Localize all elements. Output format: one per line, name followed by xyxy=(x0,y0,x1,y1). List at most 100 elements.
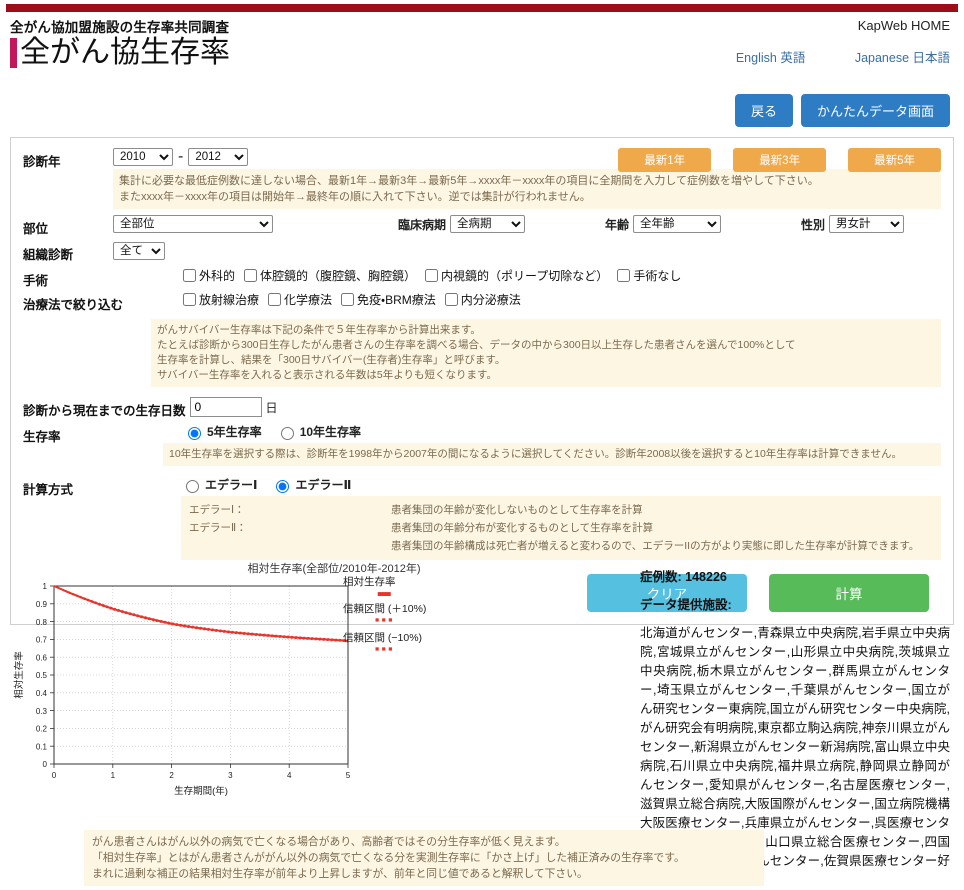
kapweb-home-link[interactable]: KapWeb HOME xyxy=(690,18,950,33)
svg-text:0: 0 xyxy=(43,760,48,769)
surgery-checkbox-2[interactable] xyxy=(425,269,439,282)
therapy-option-label-1: 化学療法 xyxy=(284,293,333,307)
therapy-checkbox-3[interactable] xyxy=(444,293,458,306)
therapy-checkbox-1[interactable] xyxy=(268,293,282,306)
easy-data-screen-button[interactable]: かんたんデータ画面 xyxy=(800,94,950,127)
ederer-2-option[interactable]: エデラーⅡ xyxy=(271,476,351,493)
therapy-option-label-2: 免疫・BRM療法 xyxy=(357,293,436,307)
ederer-1-key: エデラーⅠ： xyxy=(189,504,245,516)
svg-text:0.2: 0.2 xyxy=(36,725,48,734)
age-select[interactable]: 全年齢 xyxy=(633,215,722,233)
therapy-option-0[interactable]: 放射線治療 xyxy=(183,291,259,308)
legend-item-1: 信頼区間 (＋10%) ▪▪▪ xyxy=(343,601,426,627)
stage-select[interactable]: 全病期 xyxy=(450,215,526,233)
diagnosis-year-row: 診断年 2010 - 2012 最新1年 最新3年 最新5年 集計に必要な最低症… xyxy=(23,148,941,209)
footnote-line-3: まれに過剰な補正の結果相対生存率が前年より上昇しますが、前年と同じ値であると解釈… xyxy=(92,868,588,880)
therapy-checkbox-0[interactable] xyxy=(183,293,196,306)
chart-legend: 相対生存率 ▬ 信頼区間 (＋10%) ▪▪▪ 信頼区間 (−10%) ▪▪▪ xyxy=(343,574,426,659)
surgery-checkbox-3[interactable] xyxy=(617,269,631,282)
survival-5y-option[interactable]: 5年生存率 xyxy=(183,423,262,440)
therapy-option-3[interactable]: 内分泌療法 xyxy=(444,291,521,308)
ederer-1-option[interactable]: エデラーⅠ xyxy=(181,476,257,493)
svg-text:0.6: 0.6 xyxy=(36,653,48,662)
title-accent-mark xyxy=(10,38,17,68)
therapy-option-label-0: 放射線治療 xyxy=(199,293,260,307)
ten-year-note: 10年生存率を選択する際は、診断年を1998年から2007年の間になるように選択… xyxy=(163,443,941,466)
page-title-text: 全がん協生存率 xyxy=(20,36,230,69)
svg-text:0.3: 0.3 xyxy=(36,707,48,716)
surgery-checkbox-0[interactable] xyxy=(183,269,196,282)
diagnosis-year-note-line2: またxxxx年－xxxx年の項目は開始年→最終年の順に入れて下さい。逆では集計が… xyxy=(119,191,591,203)
survival-type-label: 生存率 xyxy=(23,430,61,444)
survival-days-input[interactable] xyxy=(189,397,262,417)
survival-days-unit: 日 xyxy=(265,400,278,415)
ederer-2-radio[interactable] xyxy=(276,479,290,493)
top-action-buttons: 戻る かんたんデータ画面 xyxy=(734,94,950,127)
svg-text:0.1: 0.1 xyxy=(36,742,48,751)
surgery-option-label-0: 外科的 xyxy=(199,269,236,283)
stage-label: 臨床病期 xyxy=(398,217,447,232)
svg-text:0: 0 xyxy=(52,771,57,780)
surgery-checkbox-group: 外科的 体腔鏡的（腹腔鏡、胸腔鏡） 内視鏡的（ポリープ切除など） 手術なし xyxy=(113,267,941,284)
sex-select[interactable]: 男女計 xyxy=(829,215,905,233)
legend-key-1: ▪▪▪ xyxy=(374,612,395,627)
diagnosis-year-to-select[interactable]: 2012 xyxy=(188,148,249,166)
survival-5y-radio[interactable] xyxy=(188,426,201,440)
diagnosis-year-from-select[interactable]: 2010 xyxy=(113,148,173,166)
survivor-note-line1: がんサバイバー生存率は下記の条件で５年生存率から計算出来ます。 xyxy=(157,324,481,336)
therapy-checkbox-group: 放射線治療 化学療法 免疫・BRM療法 内分泌療法 xyxy=(133,291,941,308)
lang-japanese-link[interactable]: Japanese 日本語 xyxy=(855,51,950,65)
legend-key-0: ▬ xyxy=(377,584,392,599)
latest-3-year-button[interactable]: 最新3年 xyxy=(733,148,827,172)
table-row: エデラーⅡ： 患者集団の年齢分布が変化するものとして生存率を計算 xyxy=(189,520,919,536)
calc-method-radio-group: エデラーⅠ エデラーⅡ xyxy=(113,476,941,493)
survival-5y-label: 5年生存率 xyxy=(207,425,262,439)
therapy-option-2[interactable]: 免疫・BRM療法 xyxy=(341,291,436,308)
surgery-option-0[interactable]: 外科的 xyxy=(183,267,235,284)
page-header: 全がん協加盟施設の生存率共同調査 全がん協生存率 KapWeb HOME Eng… xyxy=(0,12,964,90)
table-row: 患者集団の年齢構成は死亡者が増えると変わるので、エデラーIIの方がより実態に即し… xyxy=(189,538,919,554)
sex-label: 性別 xyxy=(801,217,826,232)
svg-text:1: 1 xyxy=(43,582,48,591)
survivor-note-line4: サバイバー生存率を入れると表示される年数は5年よりも短くなります。 xyxy=(157,369,497,381)
surgery-label: 手術 xyxy=(23,274,49,288)
survival-type-row: 生存率 5年生存率 10年生存率 10年生存率を選択する際は、診断年を1998年… xyxy=(23,423,941,466)
language-links: English 英語 Japanese 日本語 xyxy=(690,47,950,66)
ederer-1-label: エデラーⅠ xyxy=(205,478,258,492)
diagnosis-year-note: 集計に必要な最低症例数に達しない場合、最新1年→最新3年→最新5年→xxxx年－… xyxy=(113,169,941,209)
latest-1-year-button[interactable]: 最新1年 xyxy=(618,148,712,172)
survival-10y-radio[interactable] xyxy=(280,426,294,440)
svg-text:5: 5 xyxy=(346,771,351,780)
top-accent-bar xyxy=(6,4,958,12)
svg-text:生存期間(年): 生存期間(年) xyxy=(174,785,228,797)
surgery-option-1[interactable]: 体腔鏡的（腹腔鏡、胸腔鏡） xyxy=(244,267,416,284)
survival-10y-option[interactable]: 10年生存率 xyxy=(276,423,361,440)
therapy-checkbox-2[interactable] xyxy=(341,293,355,306)
footnote-line-2: 「相対生存率」とはがん患者さんががん以外の病気で亡くなる分を実測生存率に「かさ上… xyxy=(92,852,685,864)
svg-text:1: 1 xyxy=(111,771,116,780)
case-count: 症例数: 148226 xyxy=(640,570,727,584)
table-row: エデラーⅠ： 患者集団の年齢が変化しないものとして生存率を計算 xyxy=(189,502,919,518)
surgery-checkbox-1[interactable] xyxy=(244,269,258,282)
therapy-option-1[interactable]: 化学療法 xyxy=(268,291,332,308)
surgery-row: 手術 外科的 体腔鏡的（腹腔鏡、胸腔鏡） 内視鏡的（ポリープ切除など） 手術なし xyxy=(23,267,941,289)
latest-5-year-button[interactable]: 最新5年 xyxy=(848,148,941,172)
svg-text:4: 4 xyxy=(287,771,292,780)
chart-title: 相対生存率(全部位/2010年-2012年) xyxy=(247,563,421,575)
lang-english-link[interactable]: English 英語 xyxy=(736,51,805,65)
surgery-option-2[interactable]: 内視鏡的（ポリープ切除など） xyxy=(425,267,608,284)
svg-text:0.9: 0.9 xyxy=(36,600,48,609)
histology-select[interactable]: 全て xyxy=(113,242,165,260)
diagnosis-year-label: 診断年 xyxy=(23,155,61,169)
survival-days-label: 診断から現在までの生存日数 xyxy=(23,404,186,418)
legend-item-0: 相対生存率 ▬ xyxy=(343,574,426,599)
age-label: 年齢 xyxy=(605,217,630,232)
footnote-line-1: がん患者さんはがん以外の病気で亡くなる場合があり、高齢者ではその分生存率が低く見… xyxy=(92,836,566,848)
calc-method-description-table: エデラーⅠ： 患者集団の年齢が変化しないものとして生存率を計算 エデラーⅡ： 患… xyxy=(187,500,921,556)
ederer-1-radio[interactable] xyxy=(186,479,199,493)
survival-10y-label: 10年生存率 xyxy=(299,425,362,439)
quick-year-buttons: 最新1年 最新3年 最新5年 xyxy=(618,148,941,172)
back-button[interactable]: 戻る xyxy=(734,94,793,127)
site-select[interactable]: 全部位 xyxy=(113,215,273,233)
surgery-option-3[interactable]: 手術なし xyxy=(617,267,681,284)
